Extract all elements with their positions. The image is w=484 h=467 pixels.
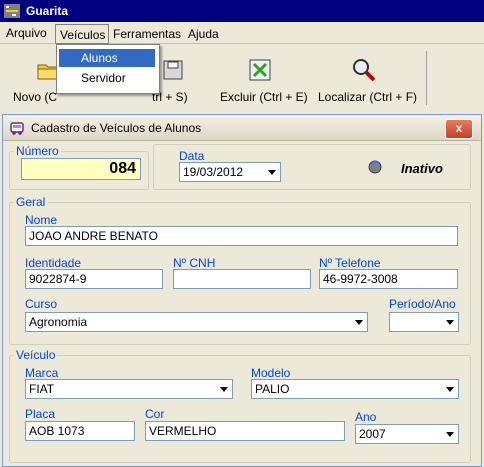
status-text: Inativo — [401, 161, 443, 176]
cor-label: Cor — [145, 407, 165, 421]
geral-legend: Geral — [16, 195, 46, 209]
menu-veiculos-label: Veículos — [60, 28, 106, 42]
numero-field[interactable]: 084 — [21, 158, 141, 180]
localizar-button-label[interactable]: Localizar (Ctrl + F) — [318, 90, 417, 104]
veiculos-dropdown: Alunos Servidor — [56, 44, 160, 94]
cnh-field[interactable] — [173, 269, 311, 289]
menu-ferramentas[interactable]: Ferramentas — [113, 27, 181, 41]
cor-field[interactable]: VERMELHO — [145, 421, 345, 441]
toolbar-separator — [426, 51, 427, 105]
marca-label: Marca — [25, 366, 59, 380]
modelo-select[interactable]: PALIO — [251, 379, 459, 399]
chevron-down-icon[interactable] — [350, 314, 366, 330]
car-icon — [10, 122, 24, 135]
app-title-bar: Guarita — [0, 0, 484, 22]
menu-ajuda[interactable]: Ajuda — [188, 27, 219, 41]
ano-label: Ano — [355, 410, 377, 424]
window-title-bar: Cadastro de Veículos de Alunos x — [3, 115, 481, 141]
cadastro-window: Cadastro de Veículos de Alunos x Número … — [2, 114, 482, 467]
placa-label: Placa — [25, 407, 56, 421]
numero-legend: Número — [16, 144, 59, 158]
telefone-label: Nº Telefone — [319, 256, 381, 270]
curso-value: Agronomia — [29, 315, 88, 329]
dropdown-item-alunos[interactable]: Alunos — [59, 49, 155, 67]
app-icon — [4, 4, 20, 18]
cnh-label: Nº CNH — [173, 256, 216, 270]
data-label: Data — [179, 149, 205, 163]
save-icon[interactable] — [160, 57, 186, 83]
curso-select[interactable]: Agronomia — [25, 312, 368, 332]
menu-arquivo[interactable]: Arquivo — [6, 26, 47, 40]
delete-icon[interactable] — [247, 57, 273, 83]
marca-value: FIAT — [29, 382, 55, 396]
dropdown-item-servidor[interactable]: Servidor — [59, 69, 155, 87]
placa-field[interactable]: AOB 1073 — [25, 421, 135, 441]
telefone-field[interactable]: 46-9972-3008 — [319, 269, 458, 289]
data-value: 19/03/2012 — [183, 165, 244, 179]
identidade-label: Identidade — [25, 256, 82, 270]
data-picker[interactable]: 19/03/2012 — [179, 162, 281, 182]
chevron-down-icon[interactable] — [263, 164, 279, 180]
close-icon: x — [455, 121, 463, 135]
marca-select[interactable]: FIAT — [25, 379, 233, 399]
chevron-down-icon[interactable] — [215, 381, 231, 397]
periodo-select[interactable] — [389, 312, 459, 332]
veiculo-legend: Veículo — [16, 348, 56, 362]
identidade-field[interactable]: 9022874-9 — [25, 269, 163, 289]
ano-value: 2007 — [359, 427, 386, 441]
excluir-button-label[interactable]: Excluir (Ctrl + E) — [220, 90, 308, 104]
novo-button-label[interactable]: Novo (C — [13, 90, 57, 104]
window-title: Cadastro de Veículos de Alunos — [31, 121, 202, 135]
menu-veiculos[interactable]: Veículos — [55, 24, 109, 44]
nome-field[interactable]: JOAO ANDRE BENATO — [25, 226, 458, 246]
veiculo-group: Veículo — [9, 348, 471, 463]
search-icon[interactable] — [351, 57, 377, 83]
modelo-label: Modelo — [251, 366, 291, 380]
chevron-down-icon[interactable] — [441, 314, 457, 330]
chevron-down-icon[interactable] — [441, 426, 457, 442]
app-title: Guarita — [26, 4, 69, 18]
curso-label: Curso — [25, 297, 58, 311]
status-indicator-icon — [368, 160, 382, 174]
modelo-value: PALIO — [255, 382, 290, 396]
periodo-label: Período/Ano — [389, 297, 456, 311]
close-button[interactable]: x — [445, 119, 473, 139]
ano-select[interactable]: 2007 — [355, 424, 459, 444]
nome-label: Nome — [25, 213, 58, 227]
chevron-down-icon[interactable] — [441, 381, 457, 397]
